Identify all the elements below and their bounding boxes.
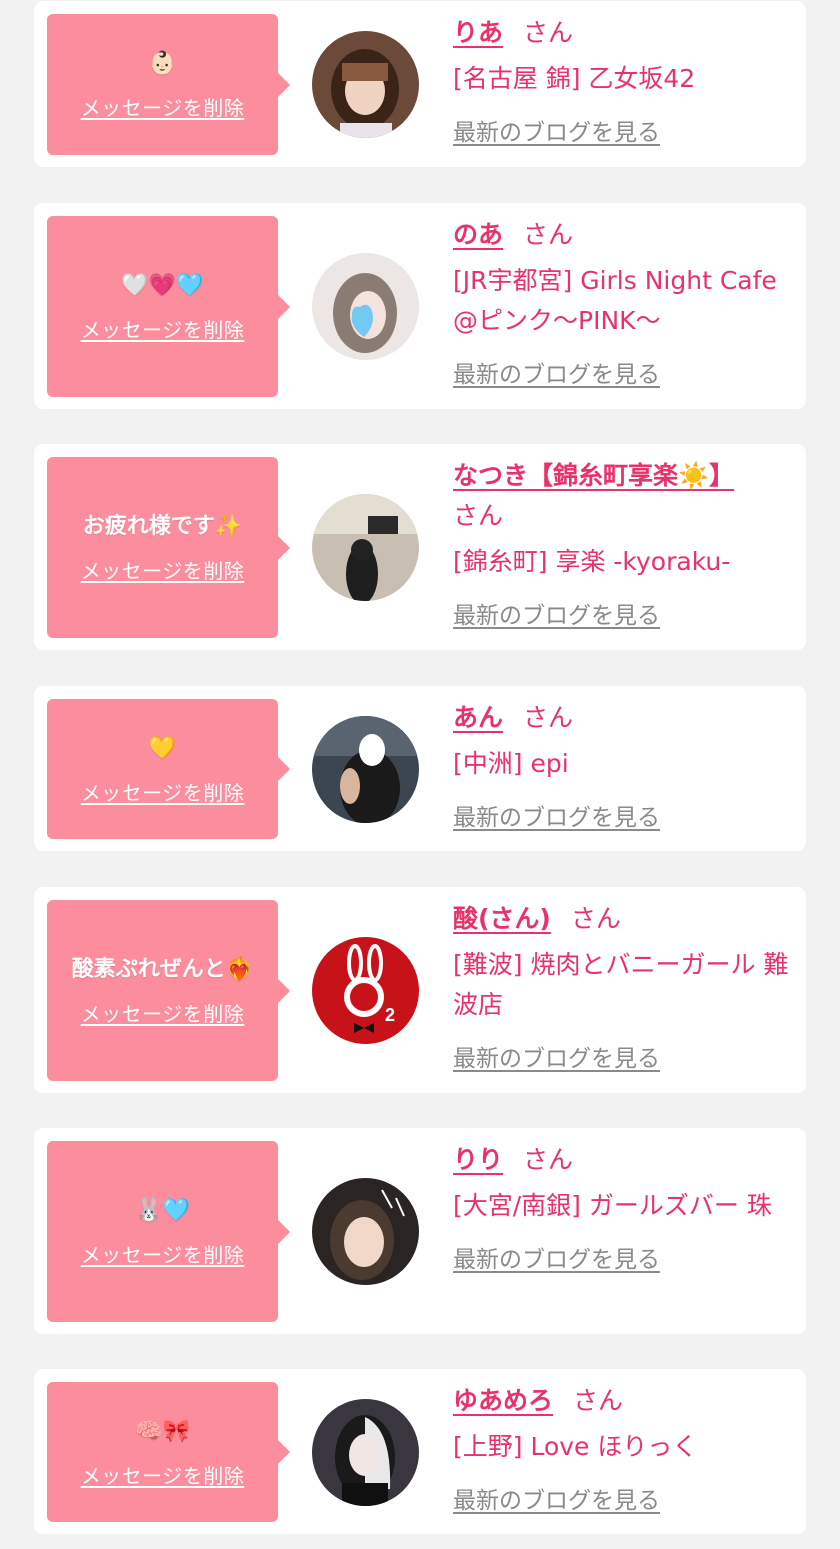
avatar[interactable]	[312, 716, 419, 823]
list-item: 👶🏻 メッセージを削除 りあ さん [名古屋 錦] 乙女坂42 最新のブログを見る	[34, 1, 806, 167]
latest-blog-link[interactable]: 最新のブログを見る	[453, 355, 660, 389]
member-name-link[interactable]: あん	[453, 703, 503, 732]
avatar[interactable]	[312, 31, 419, 138]
honorific: さん	[570, 904, 621, 933]
delete-message-link[interactable]: メッセージを削除	[81, 998, 245, 1027]
list-item: 🤍💗🩵 メッセージを削除 のあ さん [JR宇都宮] Girls Night Ca…	[34, 203, 806, 409]
latest-blog-link[interactable]: 最新のブログを見る	[453, 1481, 660, 1515]
member-name-link[interactable]: 酸(さん)	[453, 904, 551, 933]
member-info: 酸(さん) さん [難波] 焼肉とバニーガール 難波店 最新のブログを見る	[453, 899, 798, 1073]
member-name-link[interactable]: ゆあめろ	[453, 1386, 553, 1415]
shop-name: [大宮/南銀] ガールズバー 珠	[453, 1191, 772, 1220]
member-name-link[interactable]: りり	[453, 1145, 503, 1174]
list-item: 🧠🎀 メッセージを削除 ゆあめろ さん [上野] Love ほりっく 最新のブログ…	[34, 1369, 806, 1534]
avatar[interactable]: 2	[312, 937, 419, 1044]
honorific: さん	[523, 220, 574, 249]
delete-message-link[interactable]: メッセージを削除	[81, 314, 245, 343]
svg-text:2: 2	[385, 1005, 395, 1025]
list-item: 🐰🩵 メッセージを削除 りり さん [大宮/南銀] ガールズバー 珠 最新のブログ…	[34, 1128, 806, 1334]
member-info: あん さん [中洲] epi 最新のブログを見る	[453, 698, 798, 832]
member-name-link[interactable]: のあ	[453, 220, 503, 249]
delete-message-link[interactable]: メッセージを削除	[81, 777, 245, 806]
message-text: 💛	[148, 735, 177, 761]
member-info: りあ さん [名古屋 錦] 乙女坂42 最新のブログを見る	[453, 13, 798, 147]
delete-message-link[interactable]: メッセージを削除	[81, 555, 245, 584]
member-name-link[interactable]: りあ	[453, 18, 503, 47]
honorific: さん	[523, 18, 574, 47]
shop-name: [上野] Love ほりっく	[453, 1432, 698, 1461]
message-bubble: 🤍💗🩵 メッセージを削除	[47, 216, 290, 397]
latest-blog-link[interactable]: 最新のブログを見る	[453, 1039, 660, 1073]
member-info: りり さん [大宮/南銀] ガールズバー 珠 最新のブログを見る	[453, 1140, 798, 1274]
member-name-link[interactable]: なつき【錦糸町享楽☀️】	[453, 461, 734, 490]
member-info: なつき【錦糸町享楽☀️】 さん [錦糸町] 享楽 -kyoraku- 最新のブログ…	[453, 456, 798, 630]
message-bubble: 💛 メッセージを削除	[47, 699, 290, 839]
message-bubble: 酸素ぷれぜんと❤️‍🔥 メッセージを削除	[47, 900, 290, 1081]
list-item: お疲れ様です✨ メッセージを削除 なつき【錦糸町享楽☀️】 さん [錦糸町] 享楽…	[34, 444, 806, 650]
member-info: のあ さん [JR宇都宮] Girls Night Cafe @ピンク～PINK～…	[453, 215, 798, 389]
honorific: さん	[523, 1145, 574, 1174]
message-text: 👶🏻	[148, 51, 177, 76]
message-text: 酸素ぷれぜんと❤️‍🔥	[71, 957, 254, 982]
message-bubble: お疲れ様です✨ メッセージを削除	[47, 457, 290, 638]
message-list: 👶🏻 メッセージを削除 りあ さん [名古屋 錦] 乙女坂42 最新のブログを見る…	[0, 0, 840, 1549]
member-info: ゆあめろ さん [上野] Love ほりっく 最新のブログを見る	[453, 1381, 798, 1515]
honorific: さん	[453, 501, 504, 530]
list-item: 💛 メッセージを削除 あん さん [中洲] epi 最新のブログを見る	[34, 686, 806, 851]
message-text: 🐰🩵	[135, 1198, 190, 1223]
shop-name: [中洲] epi	[453, 749, 569, 778]
honorific: さん	[523, 703, 574, 732]
message-text: 🤍💗🩵	[121, 273, 204, 298]
shop-name: [錦糸町] 享楽 -kyoraku-	[453, 547, 731, 576]
shop-name: [JR宇都宮] Girls Night Cafe @ピンク～PINK～	[453, 266, 777, 335]
honorific: さん	[573, 1386, 624, 1415]
latest-blog-link[interactable]: 最新のブログを見る	[453, 798, 660, 832]
avatar[interactable]	[312, 253, 419, 360]
shop-name: [難波] 焼肉とバニーガール 難波店	[453, 950, 789, 1019]
latest-blog-link[interactable]: 最新のブログを見る	[453, 1240, 660, 1274]
delete-message-link[interactable]: メッセージを削除	[81, 1460, 245, 1489]
message-text: お疲れ様です✨	[82, 514, 243, 539]
shop-name: [名古屋 錦] 乙女坂42	[453, 64, 696, 93]
delete-message-link[interactable]: メッセージを削除	[81, 1239, 245, 1268]
avatar[interactable]	[312, 1399, 419, 1506]
message-bubble: 🐰🩵 メッセージを削除	[47, 1141, 290, 1322]
delete-message-link[interactable]: メッセージを削除	[81, 92, 245, 121]
message-bubble: 🧠🎀 メッセージを削除	[47, 1382, 290, 1522]
avatar[interactable]	[312, 494, 419, 601]
avatar[interactable]	[312, 1178, 419, 1285]
message-text: 🧠🎀	[135, 1418, 190, 1444]
latest-blog-link[interactable]: 最新のブログを見る	[453, 113, 660, 147]
latest-blog-link[interactable]: 最新のブログを見る	[453, 596, 660, 630]
list-item: 酸素ぷれぜんと❤️‍🔥 メッセージを削除 2 酸(さん) さん [難波] 焼肉とバ…	[34, 887, 806, 1093]
message-bubble: 👶🏻 メッセージを削除	[47, 14, 290, 155]
